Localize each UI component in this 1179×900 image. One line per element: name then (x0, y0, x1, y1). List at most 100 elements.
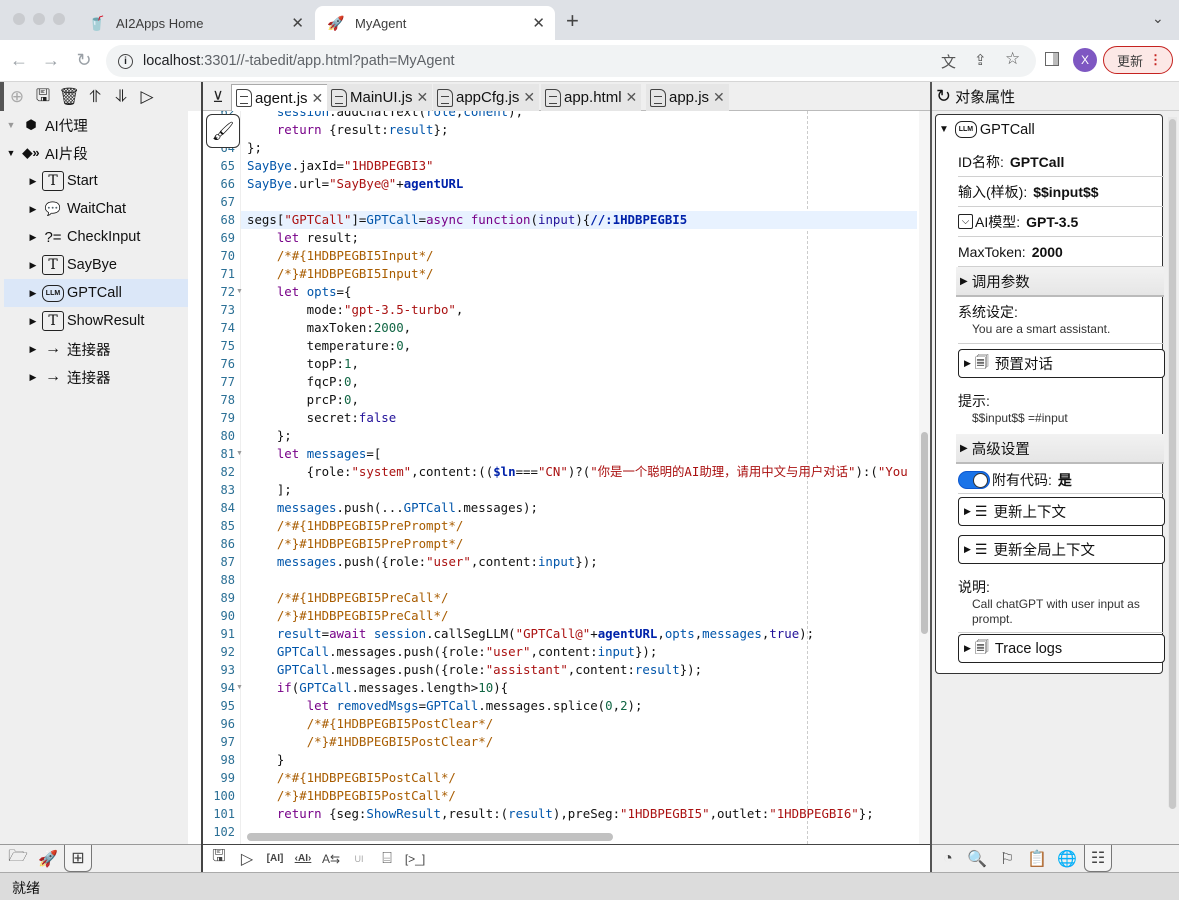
add-icon[interactable]: ⊕ (4, 84, 30, 110)
bookmark-star-icon[interactable]: ☆ (1005, 49, 1020, 69)
code-line[interactable]: let messages=[ (247, 445, 381, 463)
tree-item-ai-segments[interactable]: ▼ ◆» AI片段 (4, 139, 188, 167)
fold-arrow-icon[interactable]: ▼ (236, 288, 243, 295)
find-files-icon[interactable]: 🔍 (963, 845, 991, 872)
scrollbar-thumb[interactable] (1169, 119, 1176, 809)
scrollbar-thumb[interactable] (921, 432, 928, 634)
with-code-toggle[interactable] (958, 470, 990, 489)
tree-item-gptcall[interactable]: ▶ LLM GPTCall (4, 279, 188, 307)
ui-ai-icon[interactable]: UI (345, 845, 373, 872)
code-line[interactable]: SayBye.url="SayBye@"+agentURL (247, 175, 463, 193)
expand-arrow-icon[interactable]: ▼ (4, 148, 18, 158)
tree-item-start[interactable]: ▶ T Start (4, 167, 188, 195)
run-icon[interactable]: ▷ (134, 84, 160, 110)
prop-with-code[interactable]: 附有代码: 是 (958, 466, 1164, 494)
close-tab-icon[interactable]: ✕ (417, 89, 429, 106)
window-minimize-button[interactable] (33, 13, 45, 25)
properties-scrollbar[interactable] (1168, 117, 1177, 809)
collapse-arrow-icon[interactable]: ▶ (26, 344, 40, 355)
close-tab-icon[interactable]: ✕ (626, 89, 638, 106)
code-line[interactable]: secret:false (247, 409, 397, 427)
code-line[interactable]: segs["GPTCall"]=GPTCall=async function(i… (247, 211, 687, 229)
format-brush-button[interactable]: 🖌 (206, 114, 240, 148)
prop-description[interactable]: 说明: Call chatGPT with user input as prom… (958, 577, 1164, 633)
object-header[interactable]: ▼ LLM GPTCall (939, 121, 1035, 138)
prop-system-setting[interactable]: 系统设定: You are a smart assistant. (958, 302, 1164, 344)
collapse-arrow-icon[interactable]: ▶ (26, 176, 40, 187)
code-line[interactable]: let result; (247, 229, 359, 247)
fold-arrow-icon[interactable]: ▼ (236, 684, 243, 691)
code-line[interactable]: result=await session.callSegLLM("GPTCall… (247, 625, 814, 643)
code-line[interactable]: /*}#1HDBPEGBI5Input*/ (247, 265, 434, 283)
dropdown-icon[interactable]: ⌵ (958, 214, 973, 229)
translate-icon[interactable]: 文 (941, 51, 956, 72)
file-tab-mainui-js[interactable]: MainUI.js ✕ (327, 84, 433, 111)
file-tab-app-html[interactable]: app.html ✕ (541, 84, 642, 111)
rocket-icon[interactable]: 🚀 (34, 845, 62, 872)
update-global-context-button[interactable]: ▶ ☰ 更新全局上下文 (958, 535, 1165, 564)
code-line[interactable]: /*#{1HDBPEGBI5PostClear*/ (247, 715, 494, 733)
close-tab-icon[interactable]: ✕ (312, 90, 324, 107)
prop-id-name[interactable]: ID名称: GPTCall (958, 147, 1164, 177)
code-line[interactable]: topP:1, (247, 355, 359, 373)
collapse-arrow-icon[interactable]: ▶ (26, 204, 40, 215)
collapse-arrow-icon[interactable]: ▶ (26, 372, 40, 383)
code-line[interactable]: {role:"system",content:(($ln==="CN")?("你… (247, 463, 908, 481)
code-line[interactable]: let removedMsgs=GPTCall.messages.splice(… (247, 697, 643, 715)
tab-list-dropdown-icon[interactable]: ⊻ (205, 84, 231, 110)
ai-chat-icon[interactable]: [AI] (261, 845, 289, 872)
window-close-button[interactable] (13, 13, 25, 25)
code-line[interactable]: }; (247, 139, 262, 157)
new-tab-button[interactable]: + (566, 8, 579, 34)
prop-ai-model[interactable]: ⌵ AI模型: GPT-3.5 (958, 207, 1164, 237)
tree-item-saybye[interactable]: ▶ T SayBye (4, 251, 188, 279)
file-tab-agent-js[interactable]: agent.js ✕ (231, 84, 329, 111)
code-line[interactable]: /*}#1HDBPEGBI5PrePrompt*/ (247, 535, 464, 553)
forward-icon[interactable]: → (40, 50, 62, 71)
section-call-params[interactable]: ▶ 调用参数 (956, 267, 1164, 297)
prop-max-token[interactable]: MaxToken: 2000 (958, 237, 1164, 267)
update-context-button[interactable]: ▶ ☰ 更新上下文 (958, 497, 1165, 526)
code-line[interactable]: /*#{1HDBPEGBI5PrePrompt*/ (247, 517, 464, 535)
expand-arrow-icon[interactable]: ▼ (939, 124, 949, 135)
drive-icon[interactable]: ⌸ (373, 845, 401, 872)
tree-item-connector[interactable]: ▶ → 连接器 (4, 335, 188, 363)
code-line[interactable]: fqcP:0, (247, 373, 359, 391)
code-line[interactable]: /*}#1HDBPEGBI5PreCall*/ (247, 607, 449, 625)
code-line[interactable]: ]; (247, 481, 292, 499)
code-line[interactable]: /*}#1HDBPEGBI5PostClear*/ (247, 733, 494, 751)
site-info-icon[interactable]: i (118, 53, 133, 69)
update-button[interactable]: 更新 ⋮ (1103, 46, 1173, 74)
tree-item-waitchat[interactable]: ▶ 💬 WaitChat (4, 195, 188, 223)
delete-icon[interactable]: 🗑 (56, 84, 82, 110)
run-icon[interactable]: ▷ (233, 845, 261, 872)
code-line[interactable]: /*#{1HDBPEGBI5PreCall*/ (247, 589, 449, 607)
globe-icon[interactable]: 🌐 (1053, 845, 1081, 872)
code-line[interactable]: if(GPTCall.messages.length>10){ (247, 679, 508, 697)
file-tab-app-js[interactable]: app.js ✕ (646, 84, 729, 111)
tab-search-chevron-icon[interactable]: ⌄ (1152, 10, 1164, 27)
tree-icon[interactable]: ⊞ (64, 845, 92, 872)
code-line[interactable]: GPTCall.messages.push({role:"user",conte… (247, 643, 657, 661)
tree-item-checkinput[interactable]: ▶ ?= CheckInput (4, 223, 188, 251)
folder-icon[interactable]: 🗁 (4, 845, 32, 872)
code-line[interactable]: maxToken:2000, (247, 319, 411, 337)
tree-item-connector[interactable]: ▶ → 连接器 (4, 363, 188, 391)
code-line[interactable]: /*#{1HDBPEGBI5Input*/ (247, 247, 434, 265)
file-tab-appcfg-js[interactable]: appCfg.js ✕ (433, 84, 540, 111)
flag-icon[interactable]: ⚐ (993, 845, 1021, 872)
clipboard-check-icon[interactable]: 📋 (1023, 845, 1051, 872)
import-icon[interactable]: ⥥ (108, 84, 134, 110)
trace-logs-button[interactable]: ▶ 🗐 Trace logs (958, 634, 1165, 663)
collapse-arrow-icon[interactable]: ▶ (26, 316, 40, 327)
share-icon[interactable]: ⇪ (974, 51, 987, 69)
window-maximize-button[interactable] (53, 13, 65, 25)
prop-input-template[interactable]: 输入(样板): $$input$$ (958, 177, 1164, 207)
code-line[interactable]: }; (247, 427, 292, 445)
translate-icon[interactable]: A⇆ (317, 845, 345, 872)
tree-item-ai-agent[interactable]: ▼ ⬢ AI代理 (4, 111, 188, 139)
close-tab-icon[interactable]: ✕ (523, 89, 535, 106)
history-icon[interactable]: ◔ (934, 845, 962, 872)
ai-doc-icon[interactable]: ‹AI› (289, 845, 317, 872)
code-line[interactable]: GPTCall.messages.push({role:"assistant",… (247, 661, 702, 679)
